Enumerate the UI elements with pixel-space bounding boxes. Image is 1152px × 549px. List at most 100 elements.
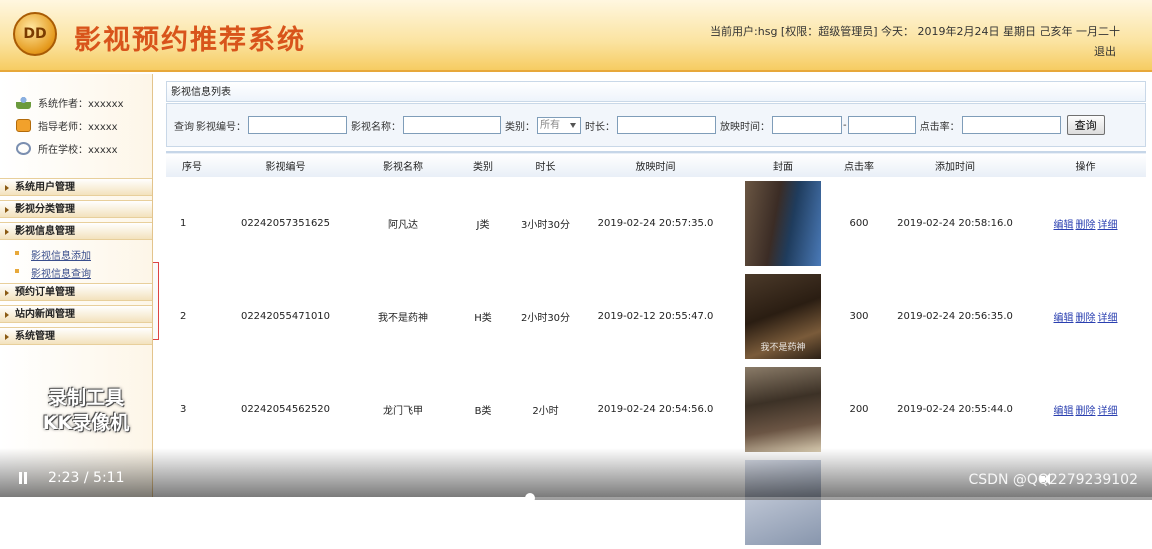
cover-image: 我不是药神: [745, 274, 821, 359]
cell-duration: 2小时30分: [520, 313, 571, 324]
csdn-watermark: CSDN @QQ2279239102: [968, 472, 1138, 488]
logout-link[interactable]: 退出: [1094, 43, 1116, 59]
delete-link[interactable]: 删除: [1076, 313, 1096, 324]
teacher-icon: [16, 119, 31, 132]
sidebar: 系统作者：xxxxxx 指导老师：xxxxx 所在学校：xxxxx 系统用户管理…: [0, 74, 153, 500]
col-header-category: 类别: [473, 161, 493, 173]
cell-name: 我不是药神: [378, 313, 428, 324]
category-select-value: 所有: [540, 119, 560, 131]
cell-clicks: 300: [849, 311, 869, 322]
cell-cover: [733, 177, 833, 270]
author-info: 系统作者：xxxxxx: [16, 95, 124, 110]
submenu-film-query[interactable]: 影视信息查询: [15, 265, 91, 280]
recorder-watermark-line1: 录制工具: [47, 387, 124, 409]
cell-code: 02242055471010: [240, 311, 331, 322]
cell-no: 1: [180, 218, 187, 229]
cell-code: 02242054562520: [240, 404, 331, 415]
code-input[interactable]: [248, 116, 347, 134]
query-label: 查询: [174, 121, 194, 133]
table-row: 3 02242054562520 龙门飞甲 B类 2小时 2019-02-24 …: [166, 363, 1146, 456]
edit-link[interactable]: 编辑: [1054, 406, 1074, 417]
cover-image: [745, 367, 821, 452]
menu-news-management[interactable]: 站内新闻管理: [0, 305, 152, 323]
col-header-no: 序号: [182, 161, 202, 173]
table-row: 1 02242057351625 阿凡达 J类 3小时30分 2019-02-2…: [166, 177, 1146, 270]
video-time: 2:23 / 5:11: [48, 470, 125, 486]
logo-icon: DD: [13, 12, 57, 56]
col-header-showtime: 放映时间: [635, 161, 676, 173]
showtime-end-input[interactable]: [847, 116, 916, 134]
cell-category: H类: [474, 313, 492, 324]
cell-showtime: 2019-02-24 20:54:56.0: [597, 404, 714, 415]
showtime-start-input[interactable]: [772, 116, 842, 134]
cell-duration: 3小时30分: [520, 220, 571, 231]
system-title: 影视预约推荐系统: [74, 25, 306, 56]
col-header-cover: 封面: [773, 161, 793, 173]
cell-showtime: 2019-02-24 20:57:35.0: [597, 218, 714, 229]
cover-caption: 我不是药神: [760, 343, 806, 353]
cell-ops: 编辑 删除 详细: [1025, 363, 1146, 456]
clicks-input[interactable]: [961, 116, 1061, 134]
cell-showtime: 2019-02-12 20:55:47.0: [597, 311, 714, 322]
menu-system-management[interactable]: 系统管理: [0, 327, 152, 345]
panel-title: 影视信息列表: [166, 81, 1146, 102]
recorder-watermark: 录制工具 KK录像机: [28, 386, 144, 436]
detail-link[interactable]: 详细: [1098, 406, 1118, 417]
category-select[interactable]: 所有: [537, 116, 581, 134]
detail-link[interactable]: 详细: [1098, 313, 1118, 324]
col-header-code: 影视编号: [265, 161, 306, 173]
pause-icon[interactable]: [18, 472, 28, 484]
video-controls: 2:23 / 5:11 CSDN @QQ2279239102: [0, 448, 1152, 503]
table-header-row: 序号 影视编号 影视名称 类别 时长 放映时间 封面 点击率 添加时间 操作: [166, 152, 1146, 177]
cell-added: 2019-02-24 20:56:35.0: [897, 311, 1013, 322]
showtime-label: 放映时间：: [720, 121, 770, 133]
teacher-info: 指导老师：xxxxx: [16, 118, 118, 133]
detail-link[interactable]: 详细: [1098, 220, 1118, 231]
duration-input[interactable]: [617, 116, 716, 134]
cell-added: 2019-02-24 20:58:16.0: [897, 218, 1013, 229]
author-label: 系统作者：xxxxxx: [38, 99, 124, 110]
menu-order-management[interactable]: 预约订单管理: [0, 283, 152, 301]
cell-clicks: 200: [849, 404, 869, 415]
submenu-film-add[interactable]: 影视信息添加: [15, 247, 91, 262]
cell-clicks: 600: [849, 218, 869, 229]
code-label: 影视编号：: [196, 121, 246, 133]
query-button[interactable]: 查询: [1066, 115, 1105, 135]
cell-no: 2: [180, 311, 187, 322]
cell-name: 阿凡达: [388, 220, 418, 231]
recorder-watermark-line2: KK录像机: [42, 412, 130, 434]
cell-ops: 编辑 删除 详细: [1025, 177, 1146, 270]
cell-added: 2019-02-24 20:55:44.0: [897, 404, 1013, 415]
date-range-dash: -: [843, 119, 847, 131]
category-label: 类别：: [505, 121, 535, 133]
menu-user-management[interactable]: 系统用户管理: [0, 178, 152, 196]
sidebar-collapse-handle[interactable]: [153, 262, 159, 340]
menu-category-management[interactable]: 影视分类管理: [0, 200, 152, 218]
cell-cover: 我不是药神: [733, 270, 833, 363]
col-header-clicks: 点击率: [844, 161, 874, 173]
clicks-label: 点击率：: [919, 121, 960, 133]
cover-image: [745, 181, 821, 266]
video-progress-handle[interactable]: [524, 493, 535, 503]
col-header-added: 添加时间: [935, 161, 975, 173]
duration-label: 时长：: [585, 121, 615, 133]
delete-link[interactable]: 删除: [1076, 220, 1096, 231]
col-header-name: 影视名称: [383, 161, 423, 173]
cell-duration: 2小时: [532, 406, 559, 417]
col-header-duration: 时长: [535, 161, 556, 173]
table-row: 2 02242055471010 我不是药神 H类 2小时30分 2019-02…: [166, 270, 1146, 363]
name-input[interactable]: [403, 116, 501, 134]
person-icon: [16, 96, 31, 109]
cell-name: 龙门飞甲: [383, 406, 423, 417]
col-header-ops: 操作: [1075, 161, 1096, 173]
cell-category: J类: [476, 220, 490, 231]
school-info: 所在学校：xxxxx: [16, 141, 118, 156]
school-icon: [16, 142, 31, 155]
menu-film-management[interactable]: 影视信息管理: [0, 222, 152, 240]
edit-link[interactable]: 编辑: [1054, 313, 1074, 324]
cell-ops: 编辑 删除 详细: [1025, 270, 1146, 363]
teacher-label: 指导老师：xxxxx: [38, 122, 118, 133]
cell-category: B类: [474, 406, 492, 417]
edit-link[interactable]: 编辑: [1054, 220, 1074, 231]
delete-link[interactable]: 删除: [1076, 406, 1096, 417]
